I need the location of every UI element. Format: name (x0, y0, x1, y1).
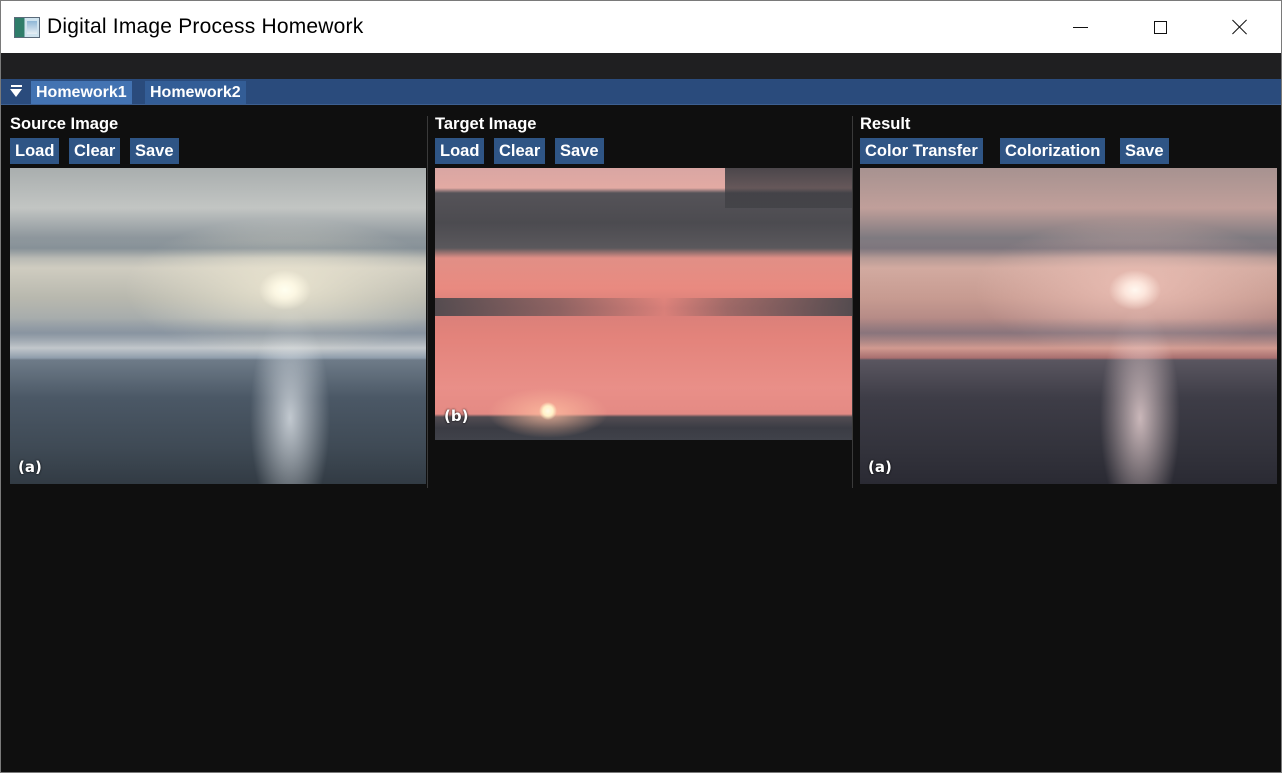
panel-divider[interactable] (852, 116, 853, 488)
close-icon (1232, 19, 1248, 35)
tab-bar: Homework1 Homework2 (1, 79, 1281, 105)
tab-homework2[interactable]: Homework2 (145, 81, 246, 104)
panel-divider[interactable] (427, 116, 428, 488)
target-save-button[interactable]: Save (555, 138, 604, 164)
result-save-button[interactable]: Save (1120, 138, 1169, 164)
close-button[interactable] (1200, 1, 1280, 53)
title-bar: Digital Image Process Homework (1, 1, 1281, 53)
target-clear-button[interactable]: Clear (494, 138, 546, 164)
tab-homework1[interactable]: Homework1 (31, 81, 132, 104)
result-image-label: (a) (868, 458, 892, 476)
menu-bar (1, 53, 1281, 79)
minimize-button[interactable] (1040, 1, 1120, 53)
result-panel-title: Result (860, 115, 911, 133)
source-save-button[interactable]: Save (130, 138, 179, 164)
window-title: Digital Image Process Homework (47, 15, 364, 38)
target-panel-title: Target Image (435, 115, 537, 133)
target-image: (b) (435, 168, 852, 440)
target-load-button[interactable]: Load (435, 138, 485, 164)
collapse-triangle-icon[interactable] (10, 85, 24, 99)
result-image: (a) (860, 168, 1277, 484)
color-transfer-button[interactable]: Color Transfer (860, 138, 983, 164)
colorization-button[interactable]: Colorization (1000, 138, 1106, 164)
source-load-button[interactable]: Load (10, 138, 60, 164)
source-panel-title: Source Image (10, 115, 119, 133)
source-clear-button[interactable]: Clear (69, 138, 121, 164)
target-image-label: (b) (444, 407, 469, 425)
maximize-button[interactable] (1120, 1, 1200, 53)
app-icon (14, 17, 40, 38)
maximize-icon (1153, 20, 1167, 34)
source-image: (a) (10, 168, 426, 484)
source-image-label: (a) (18, 458, 42, 476)
minimize-icon (1072, 26, 1088, 28)
app-window: Digital Image Process Homework Homework1… (0, 0, 1282, 773)
